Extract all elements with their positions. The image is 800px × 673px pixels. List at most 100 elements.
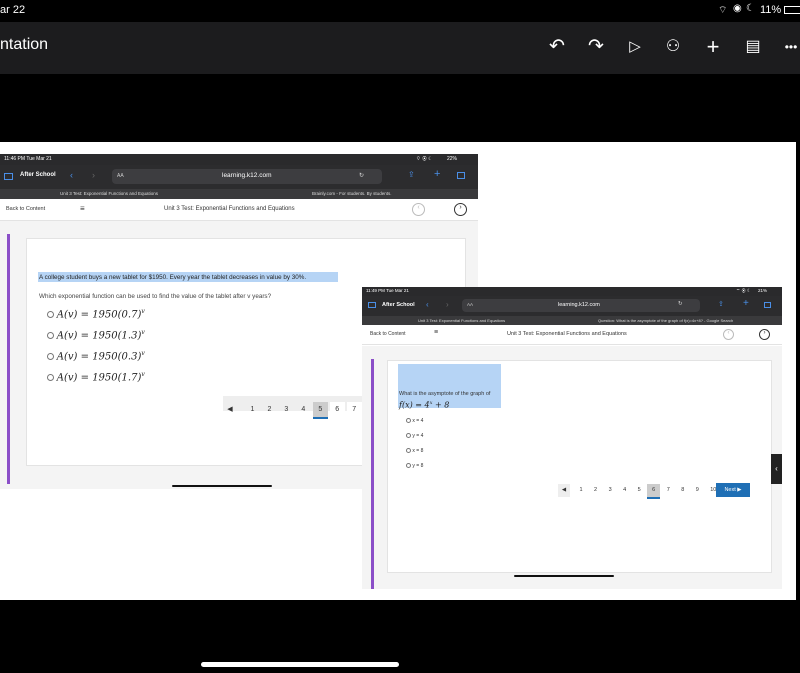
reload-icon[interactable]: ↻ bbox=[359, 172, 364, 179]
page-number[interactable]: 4 bbox=[618, 484, 631, 497]
more-icon[interactable]: ••• bbox=[780, 36, 800, 58]
radio-button[interactable] bbox=[406, 418, 411, 424]
new-tab-icon[interactable]: + bbox=[743, 298, 749, 309]
sidebar-collapse-icon[interactable]: ‹ bbox=[771, 454, 782, 484]
radio-button[interactable] bbox=[47, 374, 54, 382]
page-number[interactable]: 1 bbox=[575, 484, 588, 497]
radio-button[interactable] bbox=[406, 433, 411, 439]
page-number[interactable]: 7 bbox=[346, 402, 362, 417]
comment-icon[interactable]: ▤ bbox=[742, 36, 764, 58]
share-icon[interactable]: ⇪ bbox=[408, 170, 415, 179]
page-number[interactable]: 7 bbox=[662, 484, 675, 497]
option-exponent: v bbox=[141, 371, 145, 378]
page-number[interactable]: 9 bbox=[691, 484, 704, 497]
answer-option[interactable]: x = 4 bbox=[406, 418, 423, 424]
answer-option[interactable]: y = 8 bbox=[406, 463, 423, 469]
back-chevron-icon[interactable]: ‹ bbox=[70, 170, 73, 180]
page-number[interactable]: 8 bbox=[676, 484, 689, 497]
reader-aa[interactable]: AA bbox=[467, 302, 473, 307]
battery-percent: 21% bbox=[758, 288, 768, 293]
question-prompt: Which exponential function can be used t… bbox=[39, 293, 272, 300]
plus-icon[interactable]: + bbox=[702, 36, 724, 58]
address-bar[interactable]: AA learning.k12.com ↻ bbox=[462, 299, 700, 312]
device-status-bar: ar 22 ⌔ ◉ ☾ 11% bbox=[0, 0, 800, 22]
radio-button[interactable] bbox=[406, 463, 411, 469]
redo-icon[interactable]: ↷ bbox=[585, 36, 607, 58]
tabs-icon[interactable] bbox=[457, 172, 465, 179]
screenshot-2[interactable]: 11:49 PM Tue Mar 21 ⌔ ◉ ☾ 21% After Scho… bbox=[362, 287, 782, 589]
address-bar[interactable]: AA learning.k12.com ↻ bbox=[112, 169, 382, 184]
tab-google[interactable]: Question: What is the asymptote of the g… bbox=[598, 318, 733, 323]
document-title[interactable]: ntation bbox=[0, 36, 48, 54]
prev-page-button[interactable]: ◀ bbox=[558, 484, 570, 497]
ipad-status-bar: 11:49 PM Tue Mar 21 ⌔ ◉ ☾ 21% bbox=[362, 287, 782, 296]
option-text: x = 4 bbox=[412, 418, 424, 424]
tab-unit3[interactable]: Unit 3 Test: Exponential Functions and E… bbox=[60, 191, 158, 196]
function-formula: f(x) = 4x + 8 bbox=[399, 400, 450, 410]
page-number[interactable]: 3 bbox=[279, 402, 294, 417]
device-home-indicator bbox=[201, 662, 399, 667]
option-text: A(v) = 1950(1.7) bbox=[56, 372, 142, 384]
answer-option[interactable]: A(v) = 1950(0.7)v bbox=[47, 308, 145, 320]
answer-option[interactable]: A(v) = 1950(1.3)v bbox=[47, 329, 145, 341]
back-to-content[interactable]: Back to Content bbox=[370, 331, 406, 337]
next-question-icon[interactable]: › bbox=[454, 203, 467, 216]
next-button[interactable]: Next ▶ bbox=[716, 483, 750, 497]
answer-option[interactable]: A(v) = 1950(0.3)v bbox=[47, 350, 145, 362]
page-number[interactable]: 3 bbox=[604, 484, 617, 497]
page-number[interactable]: 1 bbox=[245, 402, 260, 417]
radio-button[interactable] bbox=[47, 353, 54, 361]
option-text: y = 8 bbox=[412, 463, 424, 469]
back-chevron-icon[interactable]: ‹ bbox=[426, 300, 429, 309]
safari-toolbar: After School ‹ › AA learning.k12.com ↻ ⇪… bbox=[0, 165, 478, 189]
sidebar-icon[interactable] bbox=[4, 173, 13, 180]
question-text: A college student buys a new tablet for … bbox=[39, 274, 307, 281]
prev-question-icon[interactable]: ‹ bbox=[412, 203, 425, 216]
share-icon[interactable]: ⇪ bbox=[718, 300, 724, 308]
page-number-current[interactable]: 5 bbox=[312, 402, 328, 419]
undo-icon[interactable]: ↶ bbox=[546, 36, 568, 58]
page-number[interactable]: 6 bbox=[329, 402, 345, 417]
radio-button[interactable] bbox=[47, 311, 54, 319]
answer-option[interactable]: y = 4 bbox=[406, 433, 423, 439]
menu-icon[interactable]: ≡ bbox=[80, 204, 85, 213]
back-to-content[interactable]: Back to Content bbox=[6, 206, 45, 212]
wifi-icon: ⌔ ◉ ☾ bbox=[416, 156, 433, 162]
profile-label[interactable]: After School bbox=[20, 172, 56, 178]
answer-option[interactable]: A(v) = 1950(1.7)v bbox=[47, 371, 145, 383]
wifi-icon: ⌔ bbox=[718, 5, 728, 16]
page-number[interactable]: 2 bbox=[262, 402, 277, 417]
tabs-icon[interactable] bbox=[764, 302, 771, 308]
forward-chevron-icon[interactable]: › bbox=[446, 300, 449, 309]
prev-question-icon[interactable]: ‹ bbox=[723, 329, 734, 340]
page-number-current[interactable]: 6 bbox=[647, 484, 661, 499]
page-number[interactable]: 2 bbox=[589, 484, 602, 497]
page-number[interactable]: 4 bbox=[296, 402, 311, 417]
radio-button[interactable] bbox=[406, 448, 411, 454]
forward-chevron-icon[interactable]: › bbox=[92, 170, 95, 180]
option-text: A(v) = 1950(0.7) bbox=[56, 309, 142, 321]
profile-label[interactable]: After School bbox=[382, 302, 415, 308]
tab-brainly[interactable]: Brainly.com - For students. By students. bbox=[312, 191, 391, 196]
url-text: learning.k12.com bbox=[558, 302, 600, 308]
header-title: Unit 3 Test: Exponential Functions and E… bbox=[507, 331, 627, 337]
answer-option[interactable]: x = 8 bbox=[406, 448, 423, 454]
tab-unit3[interactable]: Unit 3 Test: Exponential Functions and E… bbox=[418, 318, 505, 323]
sidebar-icon[interactable] bbox=[368, 302, 376, 308]
home-indicator bbox=[172, 485, 272, 487]
new-tab-icon[interactable]: + bbox=[434, 168, 440, 180]
reload-icon[interactable]: ↻ bbox=[678, 301, 683, 307]
status-date: ar 22 bbox=[0, 4, 26, 16]
play-icon[interactable]: ▷ bbox=[624, 36, 646, 58]
status-time: 11:46 PM Tue Mar 21 bbox=[4, 156, 52, 162]
menu-icon[interactable]: ≡ bbox=[434, 329, 438, 336]
prev-page-button[interactable]: ◀ bbox=[223, 402, 237, 417]
header-title: Unit 3 Test: Exponential Functions and E… bbox=[164, 206, 295, 212]
reader-aa[interactable]: AA bbox=[117, 173, 124, 179]
add-person-icon[interactable]: ⚇ bbox=[662, 36, 684, 58]
radio-button[interactable] bbox=[47, 332, 54, 340]
purple-accent-bar bbox=[7, 234, 10, 484]
status-time: 11:49 PM Tue Mar 21 bbox=[366, 288, 409, 293]
next-question-icon[interactable]: › bbox=[759, 329, 770, 340]
page-number[interactable]: 5 bbox=[633, 484, 646, 497]
